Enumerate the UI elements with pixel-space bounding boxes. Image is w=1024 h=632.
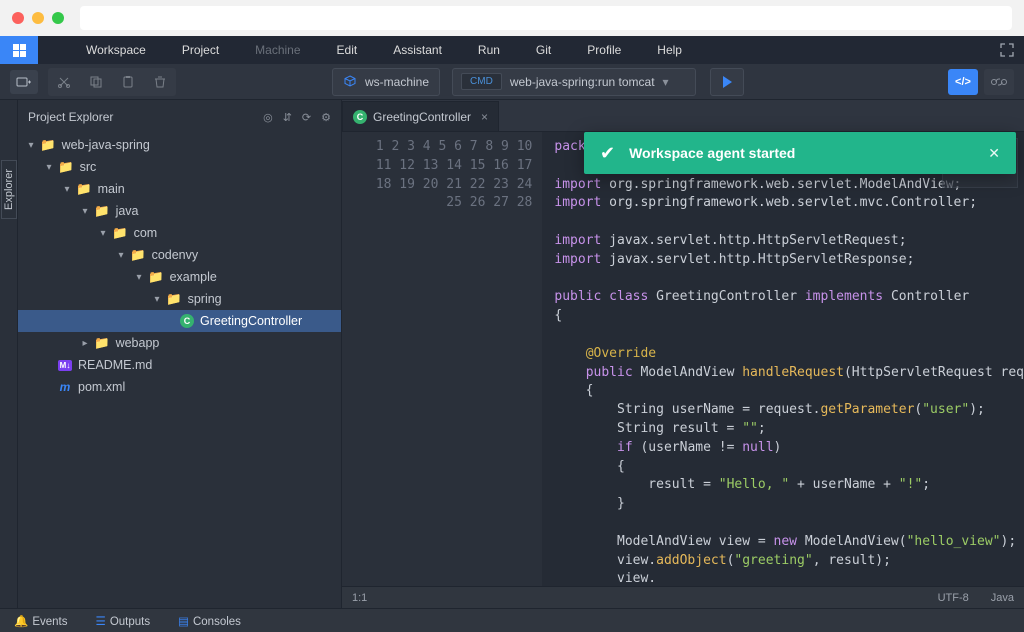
refresh-icon[interactable]: ⟳ — [302, 111, 311, 124]
machine-label: ws-machine — [365, 75, 429, 89]
menubar: Workspace Project Machine Edit Assistant Run G… — [0, 36, 1024, 64]
folder-icon: 📁 — [148, 270, 164, 285]
window-zoom-dot[interactable] — [52, 12, 64, 24]
menu-edit[interactable]: Edit — [337, 43, 358, 57]
folder-icon: 📁 — [58, 160, 74, 175]
url-bar[interactable] — [80, 6, 1012, 30]
editor-status-bar: 1:1 UTF-8 Java — [342, 586, 1024, 608]
cut-button[interactable] — [50, 70, 78, 94]
tree-folder-java[interactable]: ▾📁java — [18, 200, 341, 222]
edit-tools — [48, 68, 176, 96]
sidebar: Project Explorer ◎ ⇵ ⟳ ⚙ ▾📁web-java-spri… — [18, 100, 342, 608]
tree-folder-example[interactable]: ▾📁example — [18, 266, 341, 288]
tree-folder-com[interactable]: ▾📁com — [18, 222, 341, 244]
events-panel-button[interactable]: 🔔Events — [14, 614, 68, 628]
outputs-panel-button[interactable]: ☰Outputs — [96, 614, 151, 628]
folder-icon: 📁 — [112, 226, 128, 241]
left-dock[interactable]: Explorer — [0, 100, 18, 608]
link-button[interactable] — [984, 69, 1014, 95]
new-file-button[interactable] — [10, 70, 38, 94]
delete-button[interactable] — [146, 70, 174, 94]
fullscreen-icon[interactable] — [1000, 43, 1014, 57]
tab-label: GreetingController — [373, 110, 471, 124]
menu-assistant[interactable]: Assistant — [393, 43, 442, 57]
menu-profile[interactable]: Profile — [587, 43, 621, 57]
folder-icon: 📁 — [40, 138, 56, 153]
folder-icon: 📁 — [166, 292, 182, 307]
tree-folder-root[interactable]: ▾📁web-java-spring — [18, 134, 341, 156]
folder-icon: 📁 — [130, 248, 146, 263]
sidebar-header: Project Explorer ◎ ⇵ ⟳ ⚙ — [18, 106, 341, 134]
tree-folder-codenvy[interactable]: ▾📁codenvy — [18, 244, 341, 266]
explorer-tab-label: Explorer — [1, 160, 17, 219]
close-icon[interactable]: ✕ — [988, 145, 1000, 162]
app-logo[interactable] — [0, 36, 38, 64]
menu-run[interactable]: Run — [478, 43, 500, 57]
list-icon: ☰ — [96, 616, 106, 628]
java-class-icon: C — [353, 110, 367, 124]
chevron-down-icon: ▾ — [663, 75, 669, 89]
tree-folder-webapp[interactable]: ▸📁webapp — [18, 332, 341, 354]
run-config-selector[interactable]: CMD web-java-spring:run tomcat ▾ — [452, 68, 696, 96]
markdown-icon: M↓ — [58, 360, 73, 371]
gear-icon[interactable]: ⚙ — [321, 111, 331, 124]
menu-git[interactable]: Git — [536, 43, 551, 57]
run-config-label: web-java-spring:run tomcat — [510, 75, 663, 89]
body-area: Explorer Project Explorer ◎ ⇵ ⟳ ⚙ ▾📁web-… — [0, 100, 1024, 608]
language-label[interactable]: Java — [991, 592, 1014, 604]
bell-icon: 🔔 — [14, 616, 28, 628]
ide-root: Workspace Project Machine Edit Assistant Run G… — [0, 36, 1024, 632]
tree-folder-src[interactable]: ▾📁src — [18, 156, 341, 178]
browser-chrome — [0, 0, 1024, 36]
code-mode-button[interactable]: </> — [948, 69, 978, 95]
window-close-dot[interactable] — [12, 12, 24, 24]
java-class-icon: C — [180, 314, 194, 328]
terminal-icon: ▤ — [178, 616, 189, 628]
folder-icon: 📁 — [94, 336, 110, 351]
project-tree: ▾📁web-java-spring ▾📁src ▾📁main ▾📁java ▾📁… — [18, 134, 341, 398]
menu-help[interactable]: Help — [657, 43, 682, 57]
folder-icon: 📁 — [76, 182, 92, 197]
notification-toast: ✔ Workspace agent started ✕ — [584, 132, 1016, 174]
menu-machine: Machine — [255, 43, 300, 57]
code-text[interactable]: package com.codenvy.example.spring; impo… — [542, 132, 1024, 586]
consoles-panel-button[interactable]: ▤Consoles — [178, 614, 241, 628]
toast-message: Workspace agent started — [629, 145, 795, 161]
machine-selector[interactable]: ws-machine — [332, 68, 440, 96]
window-minimize-dot[interactable] — [32, 12, 44, 24]
toolbar: ws-machine CMD web-java-spring:run tomca… — [0, 64, 1024, 100]
menu-project[interactable]: Project — [182, 43, 219, 57]
bottom-bar: 🔔Events ☰Outputs ▤Consoles — [0, 608, 1024, 632]
editor-pane: C GreetingController × 1 2 3 4 5 6 7 8 9… — [342, 100, 1024, 608]
sidebar-title: Project Explorer — [28, 110, 113, 124]
collapse-icon[interactable]: ⇵ — [283, 111, 292, 124]
tree-folder-main[interactable]: ▾📁main — [18, 178, 341, 200]
tree-file-readme[interactable]: M↓README.md — [18, 354, 341, 376]
play-icon — [723, 76, 732, 88]
cursor-position: 1:1 — [352, 592, 367, 604]
editor-tab[interactable]: C GreetingController × — [342, 101, 499, 131]
encoding-label[interactable]: UTF-8 — [938, 592, 969, 604]
locate-icon[interactable]: ◎ — [263, 111, 273, 124]
cube-icon — [343, 75, 357, 89]
paste-button[interactable] — [114, 70, 142, 94]
tree-file-greeting[interactable]: CGreetingController — [18, 310, 341, 332]
copy-button[interactable] — [82, 70, 110, 94]
tree-folder-spring[interactable]: ▾📁spring — [18, 288, 341, 310]
close-icon[interactable]: × — [481, 110, 488, 124]
code-area[interactable]: 1 2 3 4 5 6 7 8 9 10 11 12 13 14 15 16 1… — [342, 132, 1024, 586]
check-icon: ✔ — [600, 143, 615, 164]
tree-file-pom[interactable]: mpom.xml — [18, 376, 341, 398]
editor-tabs: C GreetingController × — [342, 100, 1024, 132]
maven-icon: m — [60, 380, 71, 394]
run-button[interactable] — [710, 68, 744, 96]
line-gutter: 1 2 3 4 5 6 7 8 9 10 11 12 13 14 15 16 1… — [342, 132, 542, 586]
menu-workspace[interactable]: Workspace — [86, 43, 146, 57]
cmd-badge: CMD — [461, 73, 502, 90]
folder-icon: 📁 — [94, 204, 110, 219]
